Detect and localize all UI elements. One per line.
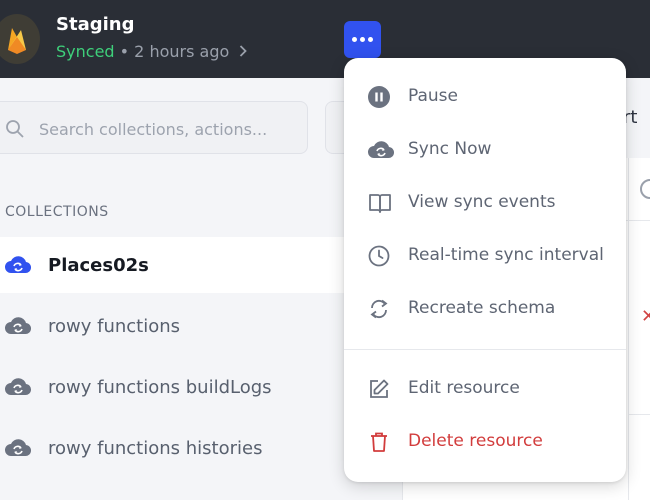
collection-label: rowy functions <box>48 315 181 337</box>
menu-item-pause[interactable]: Pause <box>344 74 626 120</box>
sync-status[interactable]: Synced • 2 hours ago <box>56 42 248 61</box>
more-horizontal-icon <box>352 37 373 42</box>
menu-item-recreate-schema[interactable]: Recreate schema <box>344 286 626 332</box>
error-x-icon: ✕ <box>641 306 650 327</box>
status-separator: • <box>114 42 135 61</box>
search-box[interactable] <box>0 101 308 154</box>
menu-item-delete-resource[interactable]: Delete resource <box>344 419 626 465</box>
edit-pencil-icon <box>368 378 390 400</box>
menu-item-sync-now[interactable]: Sync Now <box>344 127 626 173</box>
collection-item[interactable]: rowy functions histories <box>0 420 400 476</box>
workspace-title: Staging <box>56 14 135 35</box>
search-input[interactable] <box>39 116 297 142</box>
menu-item-label: Recreate schema <box>408 298 556 318</box>
menu-item-sync-interval[interactable]: Real-time sync interval <box>344 233 626 279</box>
menu-item-label: Real-time sync interval <box>408 245 604 265</box>
collection-item[interactable]: rowy functions buildLogs <box>0 359 400 415</box>
cloud-sync-icon <box>4 316 32 340</box>
collections-section-label: COLLECTIONS <box>5 204 109 220</box>
column-divider <box>628 158 629 500</box>
menu-divider <box>344 349 626 350</box>
clock-icon <box>368 245 390 267</box>
firebase-flame-icon <box>0 14 40 64</box>
pause-circle-icon <box>368 86 390 108</box>
resource-options-menu: Pause Sync Now View sync events Real-tim… <box>344 58 626 482</box>
menu-item-label: Edit resource <box>408 378 520 398</box>
collection-label: Places02s <box>48 254 149 276</box>
menu-item-label: Pause <box>408 86 458 106</box>
cloud-sync-icon <box>4 438 32 462</box>
more-options-button[interactable] <box>344 21 381 58</box>
menu-item-view-sync-events[interactable]: View sync events <box>344 180 626 226</box>
row-divider <box>628 414 650 415</box>
collection-item[interactable]: rowy functions <box>0 298 400 354</box>
book-open-icon <box>368 192 391 214</box>
search-icon <box>5 119 25 143</box>
menu-item-label: Delete resource <box>408 431 543 451</box>
trash-icon <box>368 431 390 453</box>
sync-time: 2 hours ago <box>134 42 230 61</box>
menu-item-edit-resource[interactable]: Edit resource <box>344 366 626 412</box>
cloud-sync-icon <box>368 139 395 161</box>
menu-item-label: Sync Now <box>408 139 492 159</box>
menu-item-label: View sync events <box>408 192 556 212</box>
synced-status-text: Synced <box>56 42 115 61</box>
cloud-sync-icon <box>4 255 32 279</box>
cloud-sync-icon <box>4 377 32 401</box>
collection-label: rowy functions buildLogs <box>48 376 272 398</box>
collection-label: rowy functions histories <box>48 437 263 459</box>
refresh-icon <box>368 298 390 320</box>
chevron-right-icon <box>239 43 248 61</box>
collection-item[interactable]: Places02s <box>0 237 400 293</box>
